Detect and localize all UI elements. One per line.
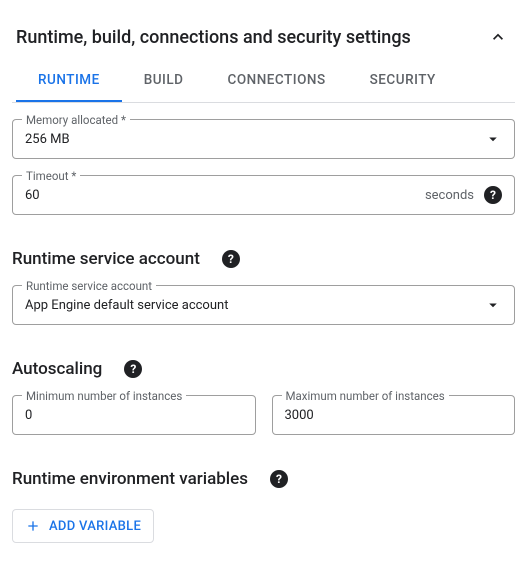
help-icon[interactable] <box>222 250 240 268</box>
service-account-heading: Runtime service account <box>12 249 200 269</box>
timeout-label: Timeout * <box>22 169 80 183</box>
min-instances-label: Minimum number of instances <box>22 389 186 403</box>
tab-security[interactable]: SECURITY <box>348 58 458 102</box>
chevron-up-icon <box>487 26 509 48</box>
max-instances-label: Maximum number of instances <box>282 389 449 403</box>
service-account-label: Runtime service account <box>22 279 156 293</box>
chevron-down-icon <box>484 296 502 314</box>
tab-build[interactable]: BUILD <box>122 58 206 102</box>
service-account-select[interactable]: Runtime service account App Engine defau… <box>12 285 515 325</box>
service-account-value: App Engine default service account <box>25 298 478 313</box>
chevron-down-icon <box>484 130 502 148</box>
max-instances-field: Maximum number of instances <box>272 395 516 435</box>
memory-select[interactable]: Memory allocated * 256 MB <box>12 119 515 159</box>
env-heading: Runtime environment variables <box>12 469 248 489</box>
tab-connections[interactable]: CONNECTIONS <box>206 58 348 102</box>
plus-icon <box>25 518 41 534</box>
section-header[interactable]: Runtime, build, connections and security… <box>12 8 515 58</box>
min-instances-field: Minimum number of instances <box>12 395 256 435</box>
help-icon[interactable] <box>270 470 288 488</box>
max-instances-input[interactable] <box>285 408 503 423</box>
add-variable-button[interactable]: ADD VARIABLE <box>12 509 154 543</box>
add-variable-label: ADD VARIABLE <box>49 519 141 534</box>
autoscaling-heading: Autoscaling <box>12 359 102 379</box>
section-title: Runtime, build, connections and security… <box>16 27 411 48</box>
tab-bar: RUNTIME BUILD CONNECTIONS SECURITY <box>12 58 515 103</box>
help-icon[interactable] <box>484 186 502 204</box>
help-icon[interactable] <box>124 360 142 378</box>
memory-value: 256 MB <box>25 132 478 147</box>
timeout-field: Timeout * seconds <box>12 175 515 215</box>
min-instances-input[interactable] <box>25 408 243 423</box>
timeout-unit: seconds <box>425 188 474 203</box>
tab-runtime[interactable]: RUNTIME <box>16 58 122 102</box>
timeout-input[interactable] <box>25 188 417 203</box>
memory-label: Memory allocated * <box>22 113 130 127</box>
